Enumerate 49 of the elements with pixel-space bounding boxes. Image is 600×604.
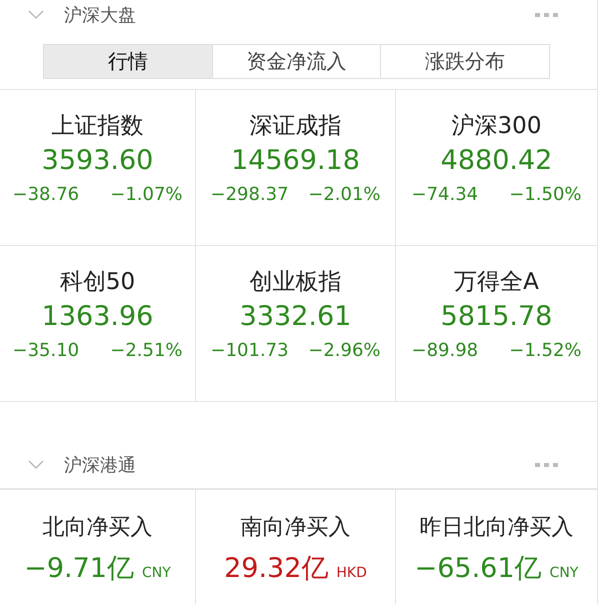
index-name: 深证成指 <box>250 112 342 141</box>
change-value: −35.10 <box>12 340 80 361</box>
currency-label: HKD <box>336 565 367 581</box>
section-title: 沪深港通 <box>64 454 137 477</box>
flow-name: 北向净买入 <box>42 514 152 542</box>
section-title: 沪深大盘 <box>64 4 137 27</box>
flow-value: −65.61亿 <box>414 552 542 586</box>
flow-name: 昨日北向净买入 <box>420 514 574 542</box>
flow-card[interactable]: 昨日北向净买入 −65.61亿 CNY <box>396 490 597 604</box>
flow-value: −9.71亿 <box>24 552 134 586</box>
change-value: −298.37 <box>210 184 289 205</box>
change-value: −38.76 <box>12 184 80 205</box>
index-card[interactable]: 沪深300 4880.42 −74.34 −1.50% <box>396 90 597 246</box>
change-percent: −1.07% <box>110 184 182 205</box>
index-value: 3332.61 <box>240 300 352 334</box>
change-percent: −1.52% <box>509 340 582 361</box>
flow-value: 29.32亿 <box>224 552 328 586</box>
index-value: 4880.42 <box>440 144 552 178</box>
index-card[interactable]: 深证成指 14569.18 −298.37 −2.01% <box>196 90 396 246</box>
flow-name: 南向净买入 <box>240 514 350 542</box>
tab[interactable]: 行情 <box>44 45 212 78</box>
index-card[interactable]: 创业板指 3332.61 −101.73 −2.96% <box>196 246 396 402</box>
change-value: −74.34 <box>412 184 478 205</box>
index-value: 1363.96 <box>42 300 154 334</box>
index-name: 科创50 <box>60 268 136 297</box>
currency-label: CNY <box>142 565 171 581</box>
currency-label: CNY <box>550 565 578 581</box>
index-name: 沪深300 <box>452 112 542 141</box>
index-value: 5815.78 <box>440 300 552 334</box>
index-value: 14569.18 <box>231 144 360 178</box>
change-value: −89.98 <box>412 340 478 361</box>
more-icon[interactable] <box>535 462 559 468</box>
index-card[interactable]: 上证指数 3593.60 −38.76 −1.07% <box>0 90 196 246</box>
flow-card[interactable]: 北向净买入 −9.71亿 CNY <box>0 490 196 604</box>
flow-card[interactable]: 南向净买入 29.32亿 HKD <box>196 490 396 604</box>
change-percent: −2.51% <box>110 340 182 361</box>
change-value: −101.73 <box>210 340 289 361</box>
change-percent: −1.50% <box>509 184 582 205</box>
more-icon[interactable] <box>535 12 559 18</box>
index-card[interactable]: 科创50 1363.96 −35.10 −2.51% <box>0 246 196 402</box>
index-card[interactable]: 万得全A 5815.78 −89.98 −1.52% <box>396 246 597 402</box>
index-value: 3593.60 <box>42 144 154 178</box>
change-percent: −2.01% <box>308 184 380 205</box>
index-name: 创业板指 <box>250 268 342 297</box>
change-percent: −2.96% <box>308 340 380 361</box>
chevron-icon[interactable] <box>28 10 44 20</box>
chevron-icon[interactable] <box>28 460 44 470</box>
index-name: 上证指数 <box>52 112 144 141</box>
index-name: 万得全A <box>454 268 539 297</box>
